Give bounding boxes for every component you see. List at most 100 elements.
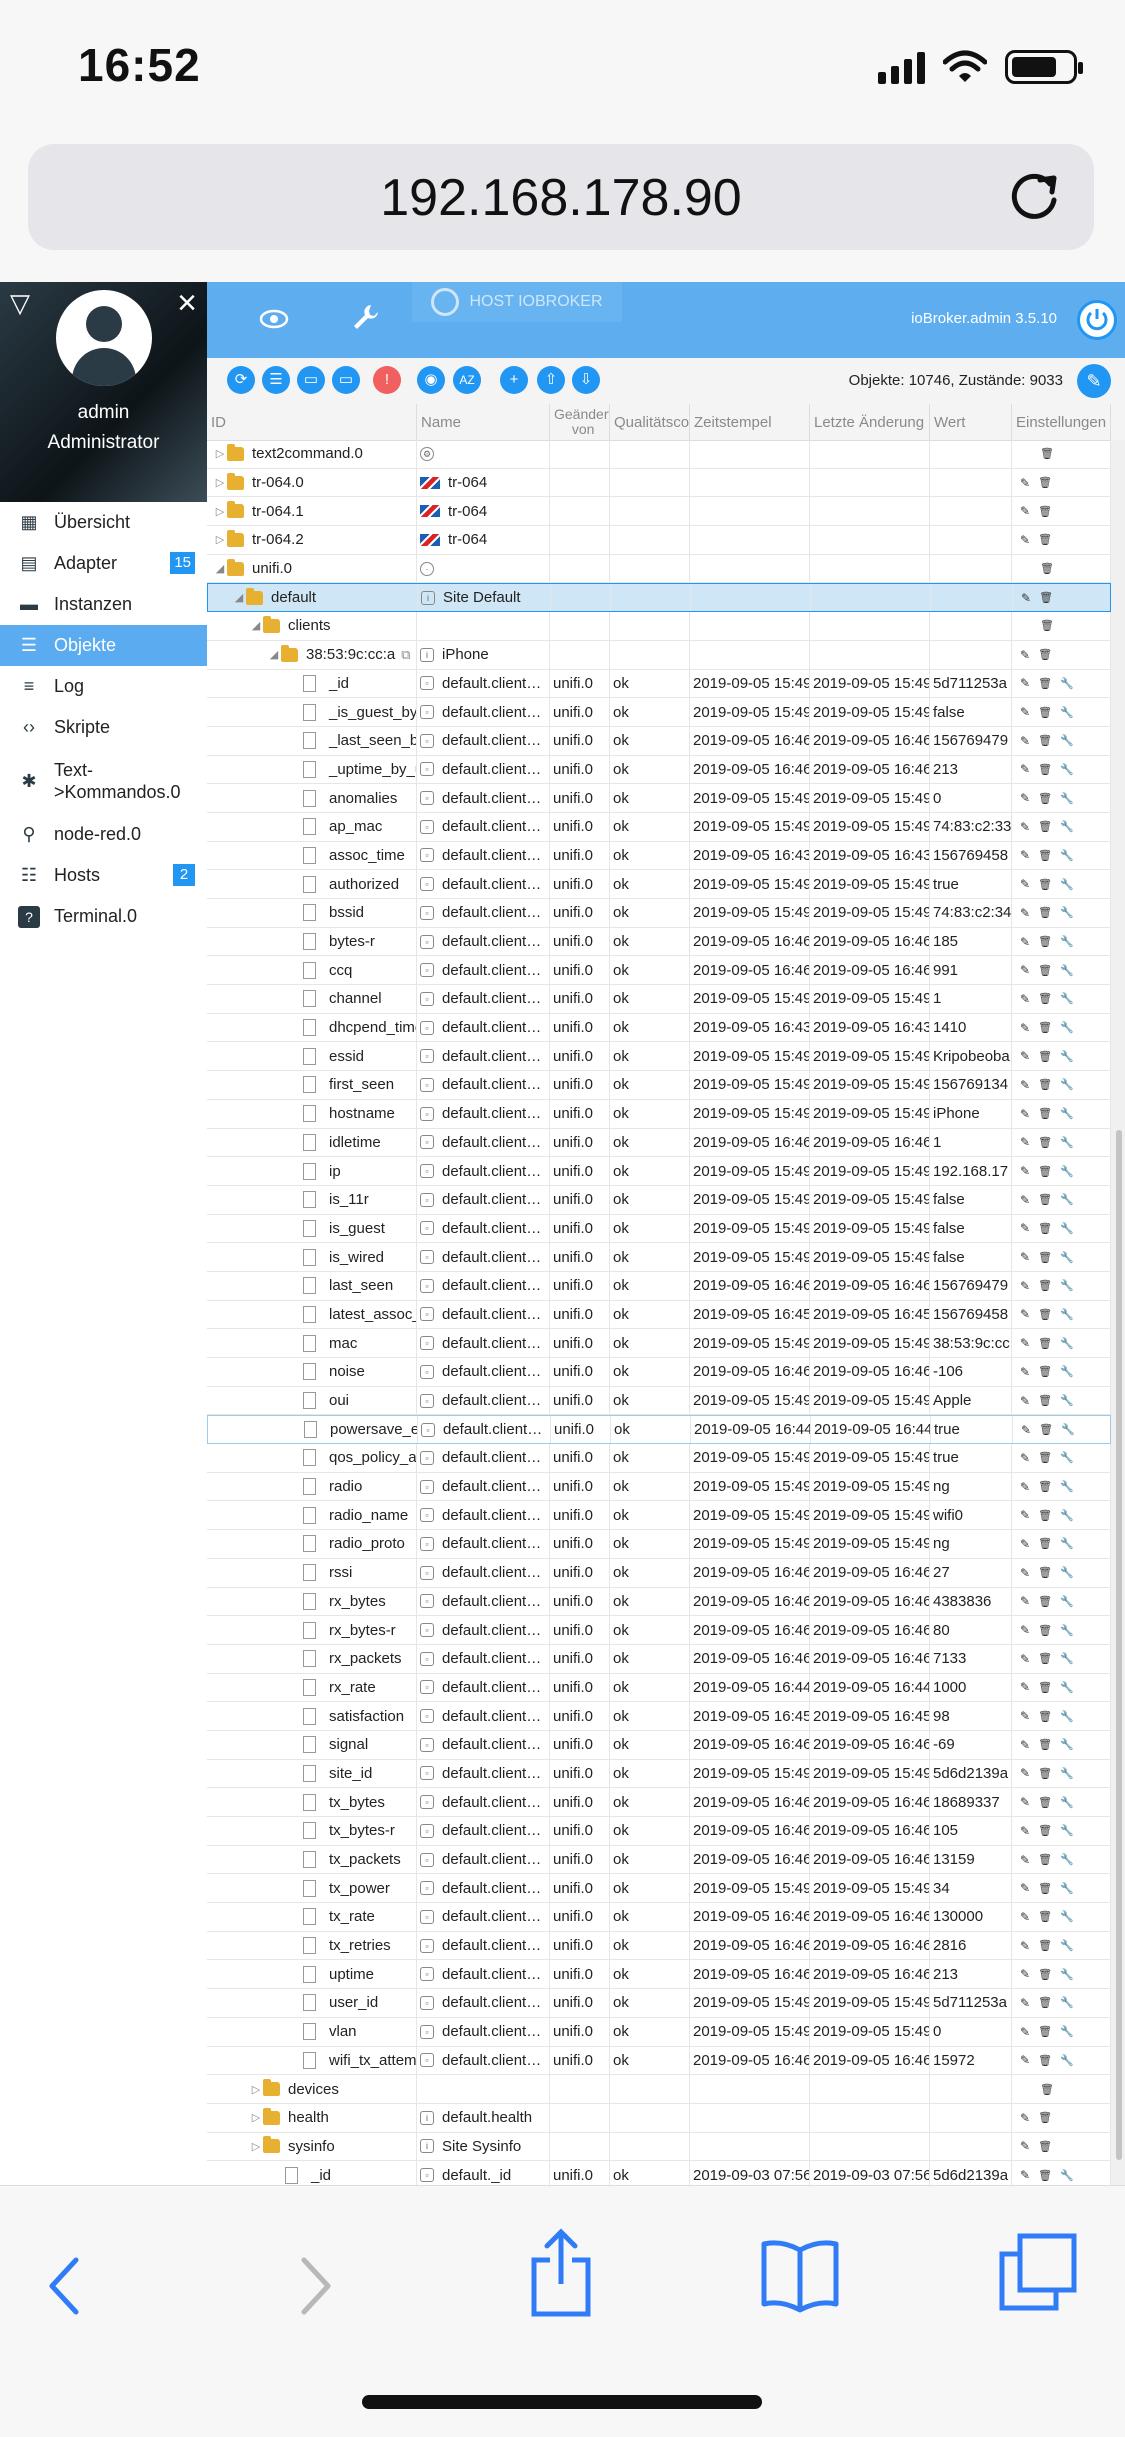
delete-icon[interactable]: 🗑 <box>1038 1537 1052 1550</box>
edit-icon[interactable]: ✎ <box>1020 1594 1030 1608</box>
column-header[interactable]: Qualitätscode <box>610 404 690 440</box>
table-row[interactable]: tx_packets ▫ default.client… unifi.0 ok 2019-… <box>207 1845 1111 1875</box>
copy-icon[interactable]: ⧉ <box>401 647 410 663</box>
edit-icon[interactable]: ✎ <box>1020 877 1030 891</box>
delete-icon[interactable]: 🗑 <box>1040 619 1054 632</box>
wrench-icon[interactable]: 🔧 <box>1060 1882 1074 1895</box>
delete-icon[interactable]: 🗑 <box>1038 1996 1052 2009</box>
edit-icon[interactable]: ✎ <box>1020 1508 1030 1522</box>
cell-val[interactable]: 5d6d2139a <box>933 2167 1008 2184</box>
wrench-icon[interactable]: 🔧 <box>1060 878 1074 891</box>
table-row[interactable]: ap_mac ▫ default.client… unifi.0 ok 2019-09-0… <box>207 812 1111 842</box>
edit-icon[interactable]: ✎ <box>1020 1049 1030 1063</box>
url-text[interactable]: 192.168.178.90 <box>28 168 1094 228</box>
wrench-icon[interactable]: 🔧 <box>1060 1451 1074 1464</box>
table-row[interactable]: dhcpend_time ▫ default.client… unifi.0 ok 201… <box>207 1013 1111 1043</box>
table-row[interactable]: qos_policy_applied▫ default.client… unifi.… <box>207 1444 1111 1473</box>
wrench-icon[interactable]: 🔧 <box>1060 1767 1074 1780</box>
cell-val[interactable]: 80 <box>933 1622 950 1639</box>
collapsed-arrow-icon[interactable]: ▷ <box>213 533 227 546</box>
sidebar-item--bersicht[interactable]: ▦ Übersicht <box>0 502 207 543</box>
delete-icon[interactable]: 🗑 <box>1038 964 1052 977</box>
tree-folder-row[interactable]: ◢ 38:53:9c:cc:a ⧉ i iPhone ✎ 🗑 <box>207 640 1111 670</box>
wrench-icon[interactable]: 🔧 <box>1060 734 1074 747</box>
collapsed-arrow-icon[interactable]: ▷ <box>249 2111 263 2124</box>
wrench-icon[interactable]: 🔧 <box>1060 1107 1074 1120</box>
cell-val[interactable]: 5d711253a <box>933 675 1007 692</box>
delete-icon[interactable]: 🗑 <box>1038 1939 1052 1952</box>
sidebar-item-objekte[interactable]: ☰ Objekte <box>0 625 207 666</box>
wrench-icon[interactable]: 🔧 <box>1060 1968 1074 1981</box>
add-icon[interactable]: + <box>500 366 528 394</box>
table-row[interactable]: tx_retries ▫ default.client… unifi.0 ok 2019-… <box>207 1931 1111 1961</box>
delete-icon[interactable]: 🗑 <box>1038 677 1052 690</box>
column-header[interactable]: Name <box>417 404 550 440</box>
table-row[interactable]: is_wired ▫ default.client… unifi.0 ok 2019-09… <box>207 1243 1111 1272</box>
edit-icon[interactable]: ✎ <box>1020 963 1030 977</box>
wrench-icon[interactable]: 🔧 <box>1060 1193 1074 1206</box>
cell-val[interactable]: 1410 <box>933 1019 966 1036</box>
table-row[interactable]: powersave_enabled ▫ default.client… unifi.0… <box>207 1415 1112 1445</box>
table-row[interactable]: satisfaction ▫ default.client… unifi.0 ok 201… <box>207 1702 1111 1731</box>
edit-icon[interactable]: ✎ <box>1020 1623 1030 1637</box>
delete-icon[interactable]: 🗑 <box>1038 1021 1052 1034</box>
sort-az-icon[interactable]: AZ <box>453 366 481 394</box>
wrench-icon[interactable]: 🔧 <box>1060 964 1074 977</box>
cell-val[interactable]: 192.168.17 <box>933 1163 1008 1180</box>
cell-val[interactable]: 213 <box>933 761 958 778</box>
cell-val[interactable]: 2816 <box>933 1937 966 1954</box>
table-row[interactable]: _is_guest_by_uap▫ default.client… unifi.0 o… <box>207 698 1111 727</box>
edit-icon[interactable]: ✎ <box>1020 1307 1030 1321</box>
table-row[interactable]: is_11r ▫ default.client… unifi.0 ok 2019-09-0… <box>207 1185 1111 1215</box>
table-row[interactable]: tx_bytes-r ▫ default.client… unifi.0 ok 2019-… <box>207 1817 1111 1846</box>
delete-icon[interactable]: 🗑 <box>1038 1910 1052 1923</box>
edit-icon[interactable]: ✎ <box>1020 1566 1030 1580</box>
table-row[interactable]: mac ▫ default.client… unifi.0 ok 2019-09-05 1… <box>207 1329 1111 1358</box>
cell-val[interactable]: 15972 <box>933 2052 975 2069</box>
cell-val[interactable]: 156769479 <box>933 732 1008 749</box>
table-row[interactable]: anomalies ▫ default.client… unifi.0 ok 2019-0… <box>207 784 1111 813</box>
edit-icon[interactable]: ✎ <box>1020 1193 1030 1207</box>
edit-icon[interactable]: ✎ <box>1020 1709 1030 1723</box>
cell-val[interactable]: iPhone <box>933 1105 980 1122</box>
wrench-icon[interactable]: 🔧 <box>1060 1021 1074 1034</box>
cell-val[interactable]: 38:53:9c:cc <box>933 1335 1010 1352</box>
delete-icon[interactable]: 🗑 <box>1038 1451 1052 1464</box>
edit-icon[interactable]: ✎ <box>1020 705 1030 719</box>
wrench-icon[interactable]: 🔧 <box>1060 1480 1074 1493</box>
collapsed-arrow-icon[interactable]: ▷ <box>249 2140 263 2153</box>
delete-icon[interactable]: 🗑 <box>1038 1824 1052 1837</box>
edit-icon[interactable]: ✎ <box>1020 1221 1030 1235</box>
cell-val[interactable]: 74:83:c2:33 <box>933 818 1011 835</box>
table-row[interactable]: uptime ▫ default.client… unifi.0 ok 2019-09-0… <box>207 1960 1111 1990</box>
cell-val[interactable]: 1000 <box>933 1679 966 1696</box>
edit-icon[interactable]: ✎ <box>1020 1021 1030 1035</box>
expanded-arrow-icon[interactable]: ◢ <box>213 562 227 575</box>
edit-icon[interactable]: ✎ <box>1020 935 1030 949</box>
delete-icon[interactable]: 🗑 <box>1038 505 1052 518</box>
edit-icon[interactable]: ✎ <box>1020 762 1030 776</box>
delete-icon[interactable]: 🗑 <box>1038 2140 1052 2153</box>
column-header[interactable]: Einstellungen <box>1012 404 1111 440</box>
folder-open-icon[interactable]: ▭ <box>297 366 325 394</box>
wrench-icon[interactable]: 🔧 <box>1060 1566 1074 1579</box>
tabs-icon[interactable] <box>998 2232 1078 2312</box>
delete-icon[interactable]: 🗑 <box>1038 792 1052 805</box>
delete-icon[interactable]: 🗑 <box>1038 1050 1052 1063</box>
edit-icon[interactable]: ✎ <box>1020 906 1030 920</box>
cell-val[interactable]: 185 <box>933 933 958 950</box>
delete-icon[interactable]: 🗑 <box>1038 1279 1052 1292</box>
cell-val[interactable]: 156769134 <box>933 1076 1008 1093</box>
user-filter-icon[interactable]: ◉ <box>417 366 445 394</box>
edit-icon[interactable]: ✎ <box>1020 1853 1030 1867</box>
cell-val[interactable]: 213 <box>933 1966 958 1983</box>
table-row[interactable]: is_guest ▫ default.client… unifi.0 ok 2019-09… <box>207 1214 1111 1244</box>
sidebar-item-hosts[interactable]: ☷ Hosts 2 <box>0 855 207 896</box>
edit-icon[interactable]: ✎ <box>1020 1680 1030 1694</box>
edit-icon[interactable]: ✎ <box>1020 1652 1030 1666</box>
delete-icon[interactable]: 🗑 <box>1038 1136 1052 1149</box>
collapsed-arrow-icon[interactable]: ▷ <box>213 476 227 489</box>
delete-icon[interactable]: 🗑 <box>1038 1394 1052 1407</box>
cell-val[interactable]: 18689337 <box>933 1794 1000 1811</box>
wrench-icon[interactable]: 🔧 <box>1060 992 1074 1005</box>
